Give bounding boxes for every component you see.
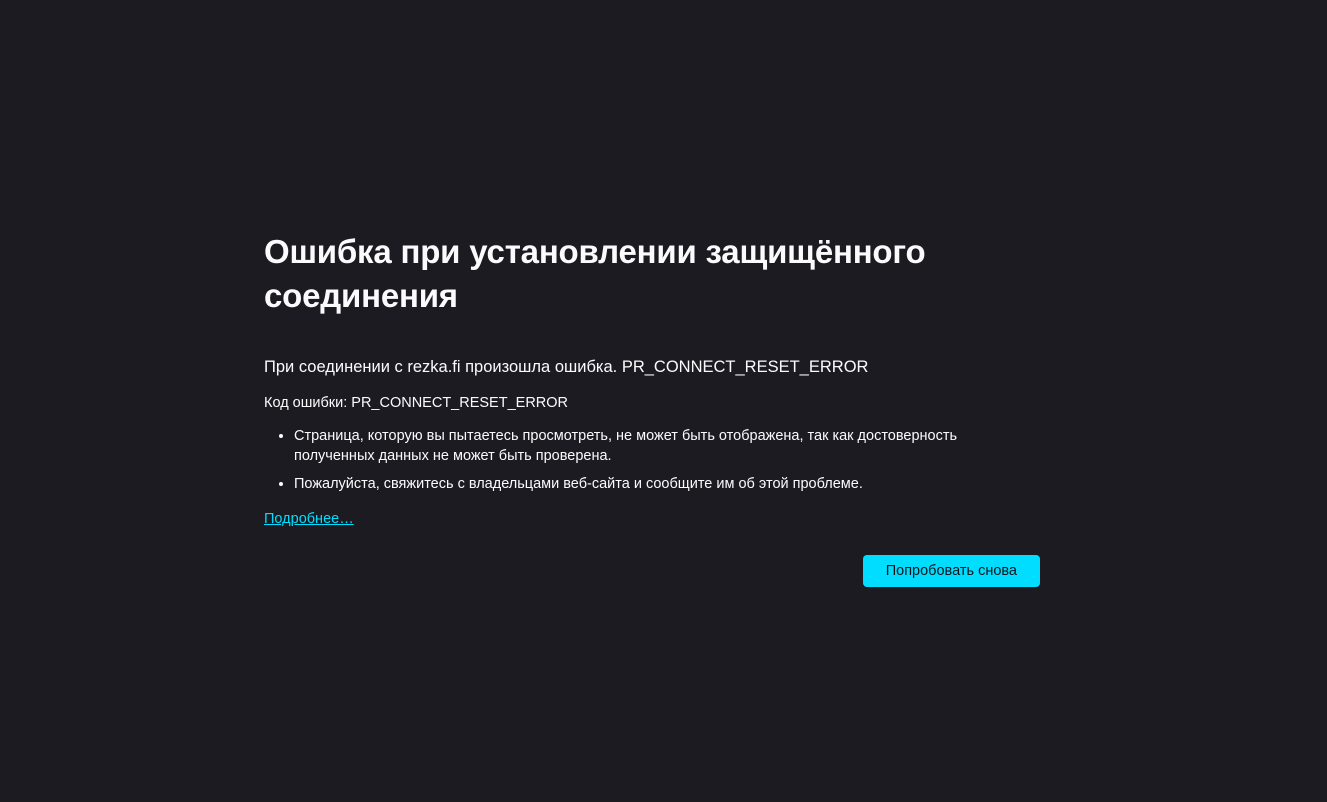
try-again-button[interactable]: Попробовать снова (862, 555, 1040, 587)
error-page-container: Ошибка при установлении защищённого соед… (264, 230, 1040, 587)
error-code: Код ошибки: PR_CONNECT_RESET_ERROR (264, 395, 569, 411)
learn-more-link[interactable]: Подробнее… (264, 509, 354, 529)
error-title: Ошибка при установлении защищённого соед… (264, 233, 926, 314)
error-details-list: Страница, которую вы пытаетесь просмотре… (264, 426, 994, 494)
button-row: Попробовать снова (264, 555, 1040, 587)
error-short-description: При соединении с rezka.fi произошла ошиб… (264, 358, 869, 376)
error-detail-item: Страница, которую вы пытаетесь просмотре… (294, 426, 994, 466)
error-detail-item: Пожалуйста, свяжитесь с владельцами веб-… (294, 474, 994, 494)
